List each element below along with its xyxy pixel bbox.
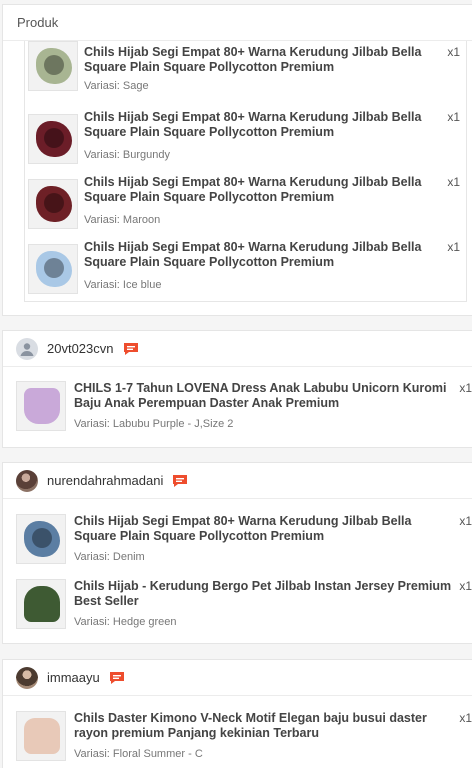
fabric-fold	[44, 55, 64, 75]
product-variant: Variasi: Hedge green	[74, 616, 177, 628]
list-item[interactable]: Chils Hijab Segi Empat 80+ Warna Kerudun…	[25, 41, 466, 106]
product-section-title: Produk	[17, 15, 59, 30]
product-qty: x1	[447, 110, 460, 124]
buyer-username[interactable]: immaayu	[47, 670, 100, 685]
list-item[interactable]: Chils Hijab Segi Empat 80+ Warna Kerudun…	[25, 106, 466, 171]
product-variant: Variasi: Burgundy	[84, 149, 171, 161]
product-thumbnail[interactable]	[16, 711, 66, 761]
product-qty: x1	[459, 381, 472, 395]
product-qty: x1	[447, 175, 460, 189]
avatar[interactable]	[16, 666, 38, 689]
product-qty: x1	[447, 45, 460, 59]
product-thumbnail[interactable]	[16, 381, 66, 431]
avatar[interactable]	[16, 469, 38, 492]
order-card: nurendahrahmadani Chils Hijab Segi Empat…	[2, 462, 472, 644]
order-card: immaayu Chils Daster Kimono V-Neck Motif…	[2, 659, 472, 768]
product-thumbnail[interactable]	[28, 41, 78, 91]
product-thumbnail[interactable]	[28, 179, 78, 229]
fabric-fold	[44, 128, 64, 148]
list-item[interactable]: Chils Hijab Segi Empat 80+ Warna Kerudun…	[25, 236, 466, 301]
chat-bubble-icon[interactable]	[123, 342, 139, 356]
buyer-username[interactable]: nurendahrahmadani	[47, 473, 163, 488]
fabric-fold	[44, 258, 64, 278]
product-name[interactable]: Chils Hijab Segi Empat 80+ Warna Kerudun…	[84, 110, 444, 140]
user-silhouette-icon	[20, 342, 34, 356]
product-image	[24, 586, 60, 622]
chat-bubble-icon[interactable]	[172, 474, 188, 488]
avatar[interactable]	[16, 337, 38, 360]
fabric-fold	[32, 528, 52, 548]
buyer-header: immaayu	[3, 660, 472, 696]
product-variant: Variasi: Labubu Purple - J,Size 2	[74, 418, 234, 430]
product-qty: x1	[459, 514, 472, 528]
product-card: Produk Chils Hijab Segi Empat 80+ Warna …	[2, 4, 472, 316]
buyer-username[interactable]: 20vt023cvn	[47, 341, 114, 356]
product-variant: Variasi: Maroon	[84, 214, 161, 226]
product-variant: Variasi: Floral Summer - C	[74, 748, 203, 760]
list-item[interactable]: CHILS 1-7 Tahun LOVENA Dress Anak Labubu…	[16, 381, 472, 443]
product-variant: Variasi: Ice blue	[84, 279, 162, 291]
list-item[interactable]: Chils Hijab - Kerudung Bergo Pet Jilbab …	[16, 579, 472, 641]
product-name[interactable]: Chils Hijab Segi Empat 80+ Warna Kerudun…	[84, 45, 444, 75]
product-qty: x1	[447, 240, 460, 254]
product-list: Chils Hijab Segi Empat 80+ Warna Kerudun…	[24, 41, 467, 302]
product-variant: Variasi: Sage	[84, 80, 149, 92]
product-qty: x1	[459, 711, 472, 725]
product-thumbnail[interactable]	[16, 514, 66, 564]
product-thumbnail[interactable]	[28, 114, 78, 164]
buyer-header: 20vt023cvn	[3, 331, 472, 367]
fabric-fold	[44, 193, 64, 213]
product-name[interactable]: Chils Hijab - Kerudung Bergo Pet Jilbab …	[74, 579, 452, 609]
product-name[interactable]: Chils Daster Kimono V-Neck Motif Elegan …	[74, 711, 452, 741]
product-name[interactable]: Chils Hijab Segi Empat 80+ Warna Kerudun…	[84, 240, 444, 270]
product-name[interactable]: Chils Hijab Segi Empat 80+ Warna Kerudun…	[84, 175, 444, 205]
product-variant: Variasi: Denim	[74, 551, 145, 563]
order-card: 20vt023cvn CHILS 1-7 Tahun LOVENA Dress …	[2, 330, 472, 448]
product-qty: x1	[459, 579, 472, 593]
list-item[interactable]: Chils Hijab Segi Empat 80+ Warna Kerudun…	[16, 514, 472, 576]
product-name[interactable]: CHILS 1-7 Tahun LOVENA Dress Anak Labubu…	[74, 381, 452, 411]
product-thumbnail[interactable]	[28, 244, 78, 294]
list-item[interactable]: Chils Daster Kimono V-Neck Motif Elegan …	[16, 711, 472, 768]
list-item[interactable]: Chils Hijab Segi Empat 80+ Warna Kerudun…	[25, 171, 466, 236]
product-image	[24, 718, 60, 754]
product-thumbnail[interactable]	[16, 579, 66, 629]
chat-bubble-icon[interactable]	[109, 671, 125, 685]
product-card-header: Produk	[3, 5, 472, 41]
buyer-header: nurendahrahmadani	[3, 463, 472, 499]
product-image	[24, 388, 60, 424]
product-name[interactable]: Chils Hijab Segi Empat 80+ Warna Kerudun…	[74, 514, 452, 544]
